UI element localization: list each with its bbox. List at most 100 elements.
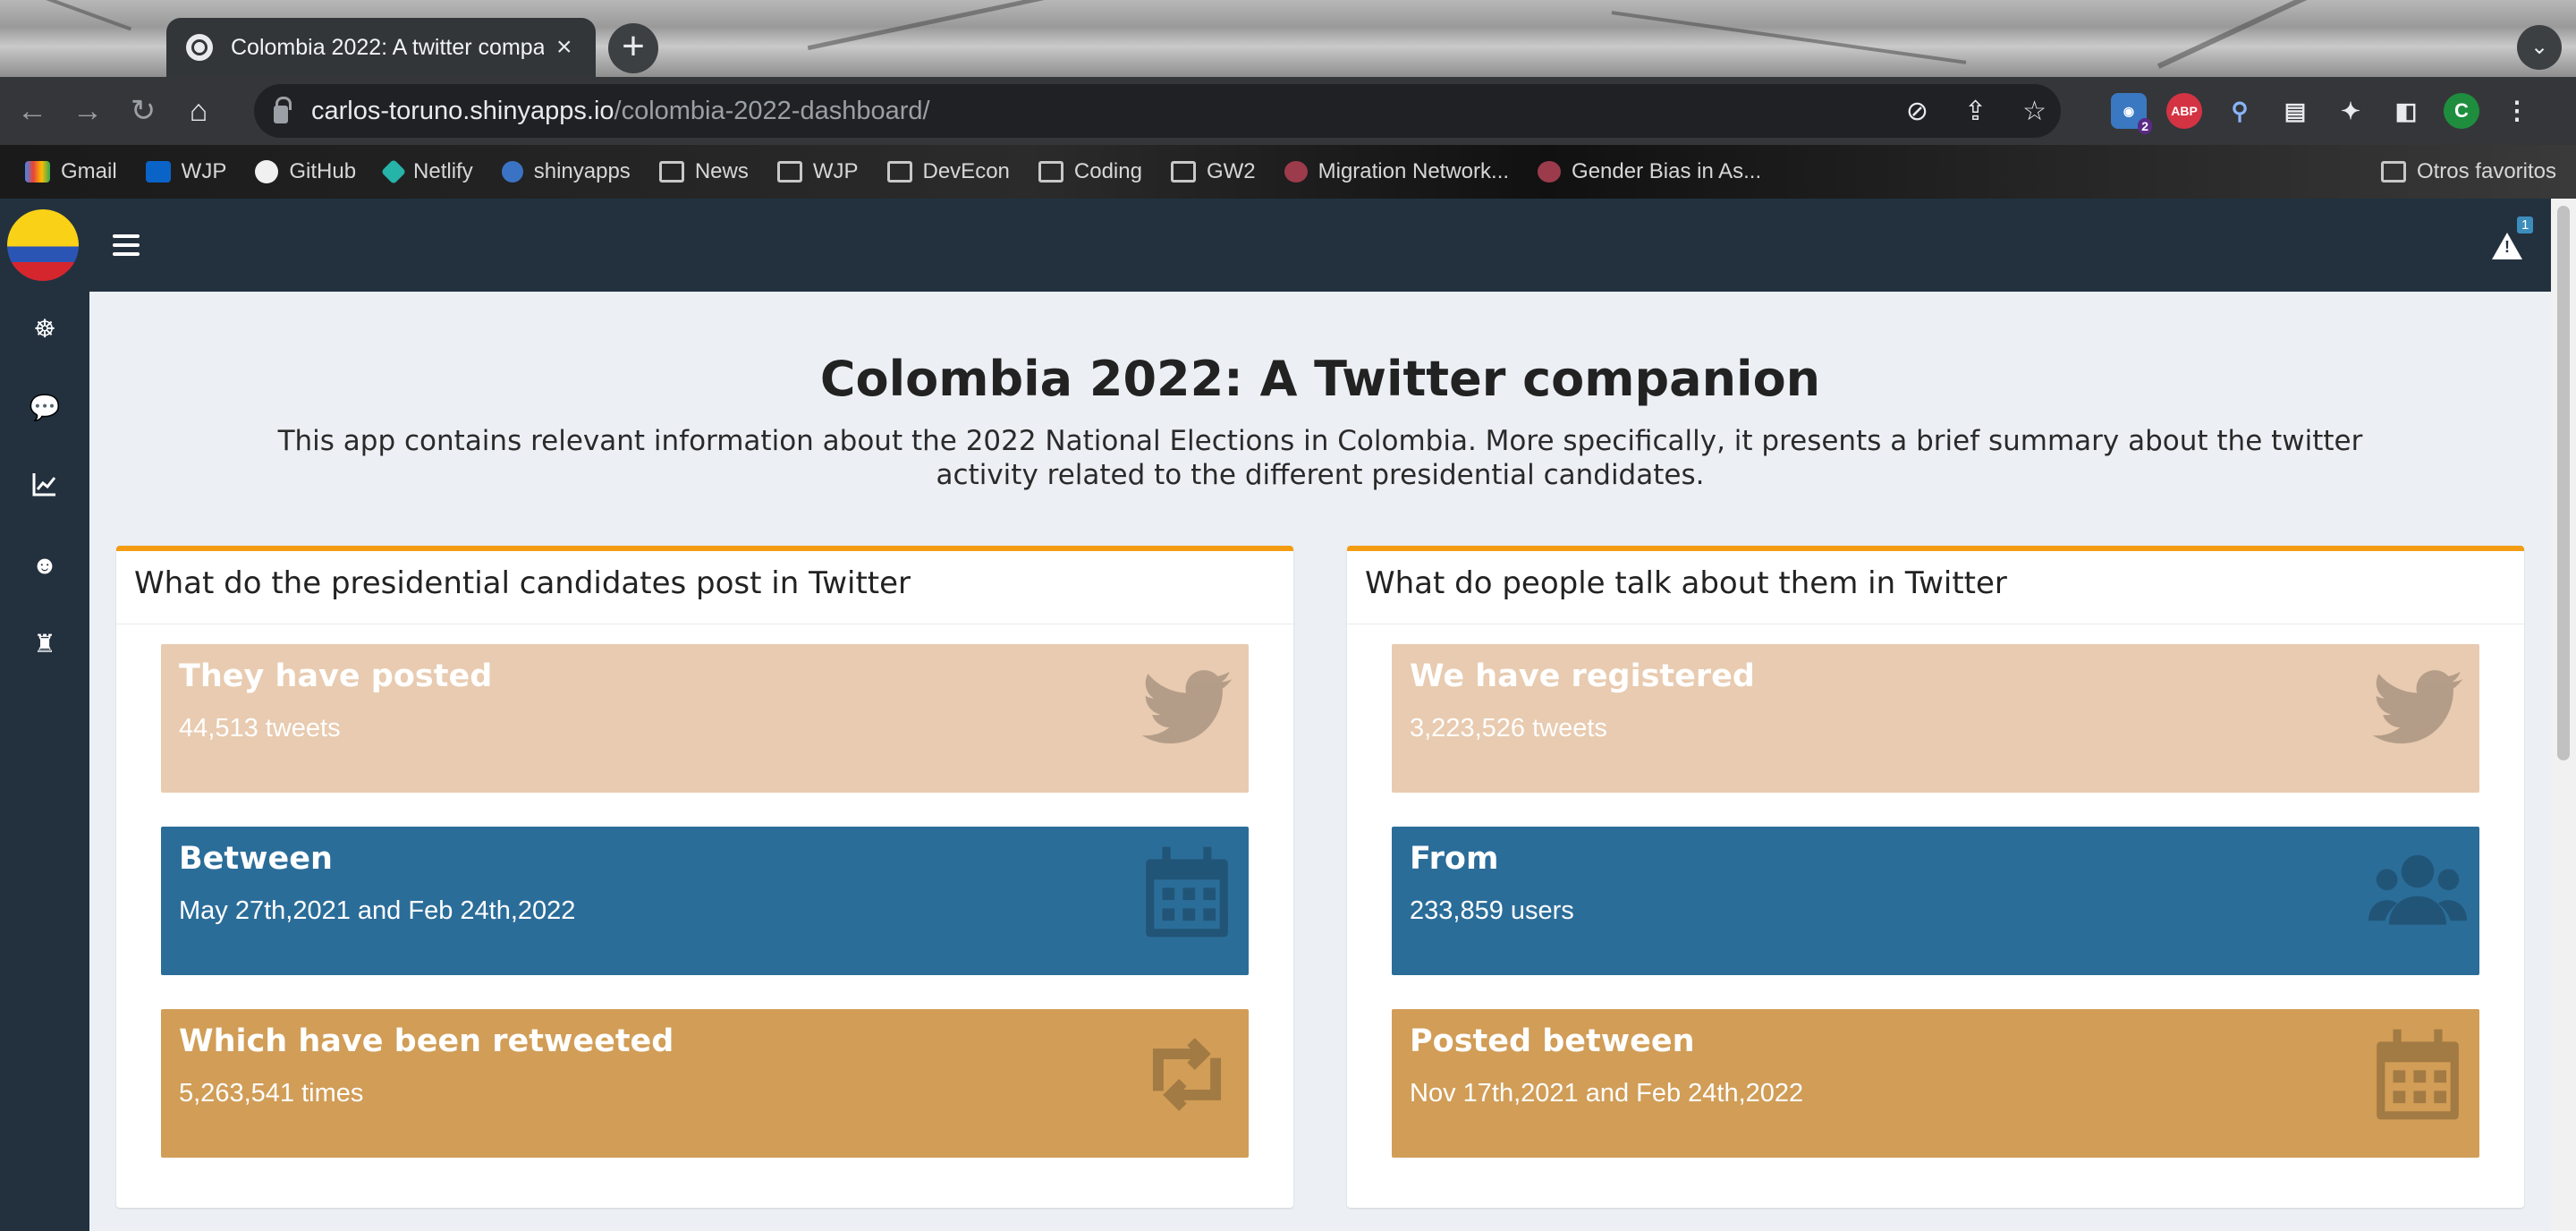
bookmark-folder-devecon[interactable]: DevEcon xyxy=(886,159,1010,184)
line-chart-icon[interactable] xyxy=(29,471,61,503)
browser-tab-active[interactable]: Colombia 2022: A twitter companion × xyxy=(166,18,596,77)
background-decoration xyxy=(1611,11,1967,64)
eye-slash-icon[interactable]: ⊘ xyxy=(1906,96,1928,127)
address-bar[interactable]: carlos-toruno.shinyapps.io/colombia-2022… xyxy=(254,84,2061,138)
folder-icon xyxy=(776,161,802,183)
puzzle-icon[interactable]: ✦ xyxy=(2333,93,2368,129)
site-icon xyxy=(1284,161,1308,183)
calendar-icon xyxy=(1146,846,1228,938)
netlify-icon xyxy=(380,158,407,185)
value-box-value: May 27th,2021 and Feb 24th,2022 xyxy=(179,896,576,925)
value-box-registered: We have registered 3,223,526 tweets xyxy=(1392,644,2479,793)
background-decoration xyxy=(29,0,132,31)
abp-extension-icon[interactable]: ABP xyxy=(2166,93,2202,129)
bookmark-folder-coding[interactable]: Coding xyxy=(1038,159,1142,184)
bookmark-migration-network[interactable]: Migration Network... xyxy=(1284,159,1509,184)
bookmark-label: Migration Network... xyxy=(1318,159,1510,183)
page-title: Colombia 2022: A Twitter companion xyxy=(819,351,1821,407)
bookmark-label: News xyxy=(694,159,749,183)
bookmark-shinyapps[interactable]: shinyapps xyxy=(501,159,631,184)
chess-icon[interactable]: ♜ xyxy=(29,628,61,660)
bookmark-label: WJP xyxy=(181,159,227,183)
lock-icon[interactable] xyxy=(274,97,292,123)
hamburger-menu-icon[interactable] xyxy=(113,234,140,256)
folder-icon xyxy=(886,161,912,183)
value-box-title: We have registered xyxy=(1410,658,1755,694)
background-decoration xyxy=(807,0,1072,51)
abp-label: ABP xyxy=(2171,104,2198,118)
background-decoration xyxy=(2157,0,2387,69)
value-box-value: 233,859 users xyxy=(1410,896,1574,925)
notifications-button[interactable]: ! 1 xyxy=(2492,216,2534,259)
bookmark-label: shinyapps xyxy=(533,159,631,183)
value-box-value: 5,263,541 times xyxy=(179,1079,364,1108)
bookmark-wjp[interactable]: WJP xyxy=(145,159,227,184)
bookmark-label: DevEcon xyxy=(922,159,1010,183)
bookmark-other-favorites[interactable]: Otros favoritos xyxy=(2380,159,2556,184)
tab-search-button[interactable]: ⌄ xyxy=(2517,25,2562,70)
close-tab-icon[interactable]: × xyxy=(556,32,572,63)
back-arrow-icon[interactable]: ← xyxy=(9,94,55,129)
bookmark-folder-gw2[interactable]: GW2 xyxy=(1170,159,1256,184)
extensions-area: ◉ 2 ABP ⚲ ▤ ✦ ◧ C ⋮ xyxy=(2111,84,2535,138)
smile-icon[interactable]: ☻ xyxy=(29,549,61,582)
bookmark-folder-news[interactable]: News xyxy=(658,159,749,184)
site-icon xyxy=(1538,161,1562,183)
main-content: Colombia 2022: A Twitter companion This … xyxy=(89,292,2551,1231)
new-tab-button[interactable]: + xyxy=(608,23,658,73)
twitter-icon xyxy=(2372,670,2463,744)
bookmark-label: GitHub xyxy=(289,159,357,183)
folder-icon xyxy=(1170,161,1196,183)
magnifier-extension-icon[interactable]: ⚲ xyxy=(2222,93,2258,129)
scrollbar-thumb[interactable] xyxy=(2557,206,2570,760)
dharmachakra-icon[interactable]: ☸ xyxy=(29,313,61,345)
value-box-title: They have posted xyxy=(179,658,493,694)
bookmark-gender-bias[interactable]: Gender Bias in As... xyxy=(1538,159,1761,184)
users-icon xyxy=(2368,854,2467,925)
browser-menu-icon[interactable]: ⋮ xyxy=(2499,93,2535,129)
page-scrollbar[interactable] xyxy=(2551,199,2576,1231)
profile-avatar[interactable]: C xyxy=(2444,93,2479,129)
home-icon[interactable]: ⌂ xyxy=(175,94,222,129)
bookmark-github[interactable]: GitHub xyxy=(255,159,356,184)
public-talk-box: What do people talk about them in Twitte… xyxy=(1347,546,2524,1208)
github-icon xyxy=(255,160,279,183)
bookmark-label: WJP xyxy=(812,159,859,183)
globe-icon xyxy=(186,34,213,61)
ghostery-extension-icon[interactable]: ◉ 2 xyxy=(2111,93,2152,134)
value-box-retweeted: Which have been retweeted 5,263,541 time… xyxy=(161,1009,1249,1158)
bookmark-netlify[interactable]: Netlify xyxy=(380,158,473,185)
profile-initial: C xyxy=(2454,99,2469,122)
reload-icon[interactable]: ↻ xyxy=(120,93,166,129)
forward-arrow-icon[interactable]: → xyxy=(64,94,111,129)
value-box-title: Posted between xyxy=(1410,1023,1695,1059)
value-box-title: Between xyxy=(179,841,333,877)
page-description: This app contains relevant information a… xyxy=(277,425,2363,491)
colombia-flag-logo xyxy=(7,209,79,281)
bookmark-gmail[interactable]: Gmail xyxy=(25,159,117,184)
folder-icon xyxy=(658,161,684,183)
value-box-value: 3,223,526 tweets xyxy=(1410,714,1607,743)
r-icon xyxy=(501,161,523,183)
bookmark-star-icon[interactable]: ☆ xyxy=(2022,96,2046,127)
browser-tab-strip: Colombia 2022: A twitter companion × + ⌄ xyxy=(0,0,2576,77)
warning-mark: ! xyxy=(2504,238,2510,256)
comment-icon[interactable]: 💬 xyxy=(29,392,61,424)
folder-icon xyxy=(2380,161,2406,183)
url-host: carlos-toruno.shinyapps.io xyxy=(311,96,614,125)
bookmarks-bar: Gmail WJP GitHub Netlify shinyapps News … xyxy=(0,145,2576,199)
url-path: /colombia-2022-dashboard/ xyxy=(614,96,930,125)
retweet-icon xyxy=(1152,1038,1222,1111)
gmail-icon xyxy=(25,161,50,183)
folder-icon xyxy=(1038,161,1063,183)
value-box-users: From 233,859 users xyxy=(1392,827,2479,975)
value-box-value: Nov 17th,2021 and Feb 24th,2022 xyxy=(1410,1079,1804,1108)
document-extension-icon[interactable]: ▤ xyxy=(2277,93,2313,129)
bookmark-folder-wjp[interactable]: WJP xyxy=(776,159,859,184)
share-icon[interactable]: ⇪ xyxy=(1964,96,1987,127)
value-box-posted-between: Posted between Nov 17th,2021 and Feb 24t… xyxy=(1392,1009,2479,1158)
side-panel-icon[interactable]: ◧ xyxy=(2388,93,2424,129)
value-box-value: 44,513 tweets xyxy=(179,714,341,743)
bookmark-label: Otros favoritos xyxy=(2416,159,2556,183)
box-title: What do people talk about them in Twitte… xyxy=(1347,551,2524,624)
